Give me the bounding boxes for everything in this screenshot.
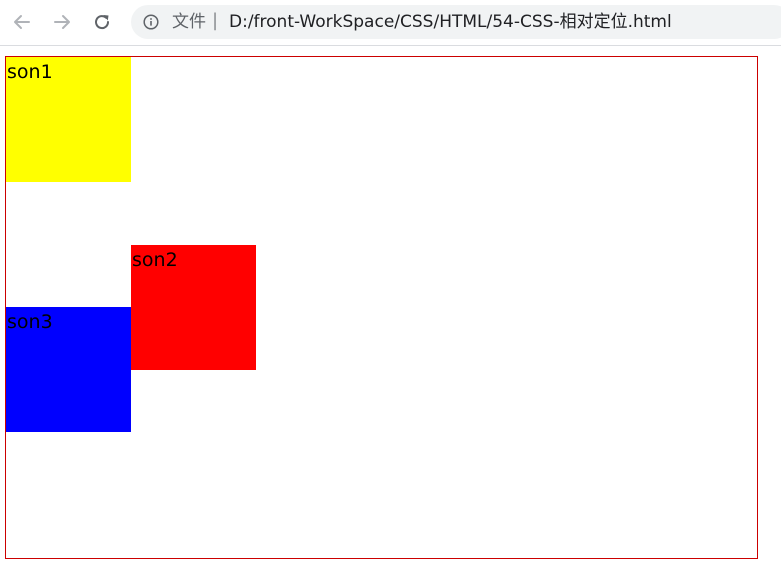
arrow-left-icon (14, 15, 30, 29)
son2-label: son2 (132, 249, 178, 271)
address-prefix: 文件 (172, 12, 206, 32)
address-url[interactable]: D:/front-WorkSpace/CSS/HTML/54-CSS-相对定位.… (229, 11, 672, 33)
father-container: son1 son2 son3 (5, 56, 758, 559)
son2-box: son2 (131, 245, 256, 370)
reload-button[interactable] (90, 10, 114, 34)
address-separator: | (212, 10, 219, 31)
arrow-right-icon (54, 15, 70, 29)
son1-box: son1 (6, 57, 131, 182)
reload-icon (95, 15, 110, 30)
son3-box: son3 (6, 307, 131, 432)
son1-label: son1 (7, 61, 53, 83)
address-bar[interactable]: 文件 | D:/front-WorkSpace/CSS/HTML/54-CSS-… (131, 5, 781, 39)
browser-toolbar: 文件 | D:/front-WorkSpace/CSS/HTML/54-CSS-… (0, 0, 781, 46)
info-icon[interactable] (143, 14, 159, 30)
forward-button[interactable] (50, 10, 74, 34)
son3-label: son3 (7, 311, 53, 333)
back-button[interactable] (10, 10, 34, 34)
